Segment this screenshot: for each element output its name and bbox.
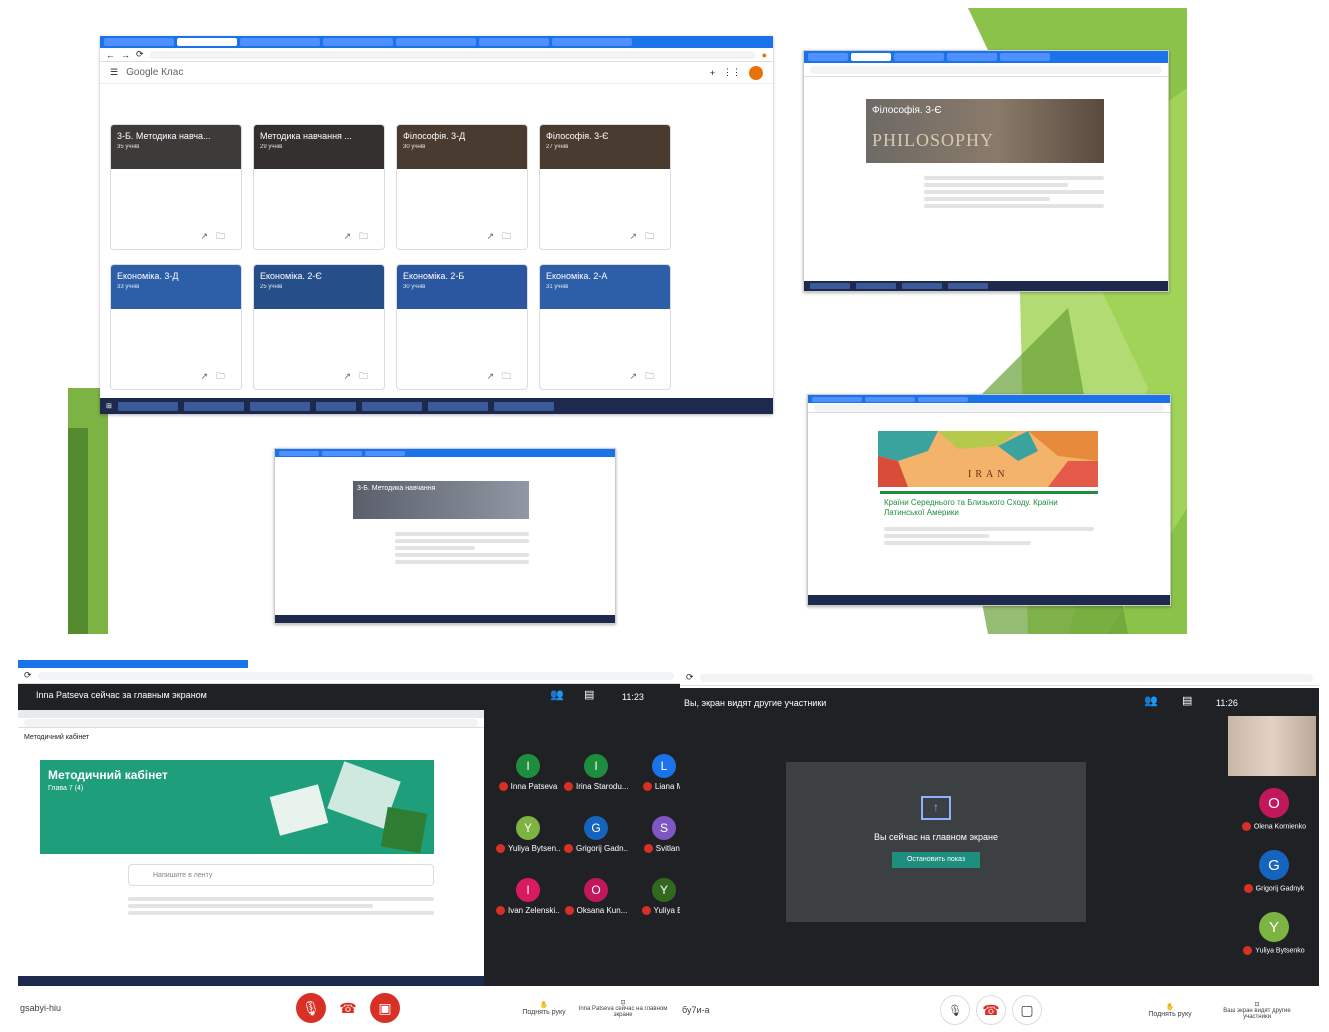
class-card[interactable]: Філософія. 3-Д 30 учнів ↗🗀 xyxy=(396,124,528,250)
camera-button[interactable]: ▢ xyxy=(1012,995,1042,1025)
classroom-brand: Google Клас xyxy=(126,67,184,78)
browser-tabbar[interactable] xyxy=(100,36,773,48)
stop-presenting-button[interactable]: Остановить показ xyxy=(892,852,980,868)
participant-tile[interactable]: I Inna Patseva xyxy=(496,754,560,792)
participant-name: Irina Starodu... xyxy=(576,782,628,791)
mic-muted-icon xyxy=(643,844,653,854)
class-card[interactable]: Методика навчання ... 29 учнів ↗🗀 xyxy=(253,124,385,250)
participant-name: Olena Kornienko xyxy=(1253,823,1307,831)
shared-screen: Методичний кабінет Методичний кабінет Гл… xyxy=(18,710,484,980)
participant-tile[interactable]: O Oksana Kun... xyxy=(564,878,628,916)
mic-muted-icon xyxy=(641,906,651,916)
class-card[interactable]: Економіка. 2-Б 30 учнів ↗🗀 xyxy=(396,264,528,390)
meeting-time: 11:23 xyxy=(622,692,644,702)
participant-name: Grigorij Gadn... xyxy=(576,844,628,853)
present-button[interactable]: ⊡ Ваш экран видят другие участники xyxy=(1212,1001,1302,1020)
meet-controls: бу7и-а 🎙 ☎ ▢ ✋ Поднять руку ⊡ Ваш экран ви… xyxy=(680,988,1319,1032)
participant-name: Oksana Kun... xyxy=(576,906,628,915)
meet-screenshot-right: ⟳ Вы, экран видят другие участники 11:26… xyxy=(680,670,1319,1032)
participant-name: Grigorij Gadnyk xyxy=(1255,885,1305,893)
mic-off-button[interactable]: 🎙 xyxy=(296,993,326,1023)
class-card[interactable]: Економіка. 2-Є 25 учнів ↗🗀 xyxy=(253,264,385,390)
camera-off-button[interactable]: ▣ xyxy=(370,993,400,1023)
participant-tile[interactable]: Y Yuliya Bytsenko xyxy=(1232,912,1316,955)
participant-tile[interactable]: I Ivan Zelenski... xyxy=(496,878,560,916)
participant-name: Inna Patseva xyxy=(510,782,558,791)
geography-screenshot: IRAN Країни Середнього та Близького Сход… xyxy=(807,394,1171,606)
chat-icon[interactable]: ▤ xyxy=(1182,694,1192,707)
mic-muted-icon xyxy=(642,782,652,792)
avatar[interactable] xyxy=(749,65,763,80)
address-bar[interactable]: ⟳ xyxy=(18,668,680,684)
chat-icon[interactable]: ▤ xyxy=(584,688,594,701)
participant-avatar: Y xyxy=(1259,912,1289,942)
meet-stage: Вы, экран видят другие участники 11:26 👥… xyxy=(680,688,1319,986)
mic-muted-icon xyxy=(1243,884,1253,893)
class-grid: 3-Б. Методика навча... 35 учнів ↗🗀 Методик… xyxy=(100,84,773,390)
mic-muted-icon xyxy=(564,844,573,854)
presenting-banner: Вы, экран видят другие участники xyxy=(684,698,827,708)
raise-hand-button[interactable]: ✋ Поднять руку xyxy=(516,1001,572,1016)
present-screen-icon: ↑ xyxy=(921,796,951,820)
participant-tile[interactable]: I Irina Starodu... xyxy=(564,754,628,792)
participant-tile[interactable]: Y Yuliya Bytsen... xyxy=(496,816,560,854)
present-button[interactable]: ⊡ Inna Patseva сейчас на главном экране xyxy=(578,999,668,1018)
participant-avatar: I xyxy=(516,878,540,902)
self-video xyxy=(1228,716,1316,776)
add-icon[interactable]: + xyxy=(710,68,715,78)
class-card[interactable]: Економіка. 2-А 31 учнів ↗🗀 xyxy=(539,264,671,390)
class-card[interactable]: Економіка. 3-Д 33 учнів ↗🗀 xyxy=(110,264,242,390)
meet-stage: Inna Patseva сейчас за главным экраном 1… xyxy=(18,684,686,986)
participant-avatar: L xyxy=(652,754,676,778)
mic-muted-icon xyxy=(496,844,505,854)
participant-avatar: O xyxy=(584,878,608,902)
presenting-panel: ↑ Вы сейчас на главном экране Остановить… xyxy=(786,762,1086,922)
meet-controls: gsabyi-hiu 🎙 ☎ ▣ ✋ Поднять руку ⊡ Inna Pat… xyxy=(18,986,680,1030)
classroom-screenshot: ← → ⟳ ● ☰ Google Клас + ⋮⋮ 3-Б. Методика на… xyxy=(100,36,773,414)
participant-tile[interactable]: G Grigorij Gadnyk xyxy=(1232,850,1316,893)
class-card[interactable]: Філософія. 3-Є 27 учнів ↗🗀 xyxy=(539,124,671,250)
mic-muted-icon xyxy=(1241,822,1251,831)
philosophy-screenshot: Філософія. 3-Є PHILOSOPHY xyxy=(803,50,1169,292)
people-icon[interactable]: 👥 xyxy=(550,688,564,701)
participant-avatar: I xyxy=(516,754,540,778)
address-bar[interactable]: ← → ⟳ ● xyxy=(100,48,773,62)
participant-avatar: O xyxy=(1259,788,1289,818)
mic-muted-icon xyxy=(564,906,574,916)
participant-avatar: Y xyxy=(516,816,540,840)
participant-avatar: S xyxy=(652,816,676,840)
mic-muted-icon xyxy=(498,782,508,792)
apps-icon[interactable]: ⋮⋮ xyxy=(723,67,741,78)
classroom-banner: Методичний кабінет Глава 7 (4) xyxy=(40,760,434,854)
mic-muted-icon xyxy=(1243,946,1253,955)
class-banner: Філософія. 3-Є PHILOSOPHY xyxy=(866,99,1104,163)
participant-name: Ivan Zelenski... xyxy=(508,906,560,915)
people-icon[interactable]: 👥 xyxy=(1144,694,1158,707)
participant-name: Yuliya Bytsenko xyxy=(1255,947,1305,955)
windows-taskbar[interactable]: ⊞ xyxy=(100,398,773,414)
presenter-banner: Inna Patseva сейчас за главным экраном xyxy=(36,690,207,700)
mic-muted-icon xyxy=(496,906,505,916)
participant-tile[interactable]: G Grigorij Gadn... xyxy=(564,816,628,854)
post-input[interactable]: Напишите в ленту xyxy=(128,864,434,886)
raise-hand-button[interactable]: ✋ Поднять руку xyxy=(1142,1003,1198,1018)
methodology-screenshot: 3-Б. Методика навчання xyxy=(274,448,616,624)
map-image: IRAN xyxy=(878,431,1098,487)
end-call-button[interactable]: ☎ xyxy=(976,995,1006,1025)
meeting-time: 11:26 xyxy=(1216,698,1238,708)
participant-avatar: Y xyxy=(652,878,676,902)
participant-avatar: G xyxy=(584,816,608,840)
menu-icon[interactable]: ☰ xyxy=(110,67,118,78)
class-card[interactable]: 3-Б. Методика навча... 35 учнів ↗🗀 xyxy=(110,124,242,250)
end-call-button[interactable]: ☎ xyxy=(333,993,363,1023)
participant-tile[interactable]: O Olena Kornienko xyxy=(1232,788,1316,831)
meet-screenshot-left: ⟳ Inna Patseva сейчас за главным экраном… xyxy=(18,660,686,1030)
participant-avatar: G xyxy=(1259,850,1289,880)
participant-name: Yuliya Bytsen... xyxy=(508,844,560,853)
mic-muted-icon xyxy=(564,782,573,792)
mic-button[interactable]: 🎙 xyxy=(940,995,970,1025)
participant-avatar: I xyxy=(584,754,608,778)
